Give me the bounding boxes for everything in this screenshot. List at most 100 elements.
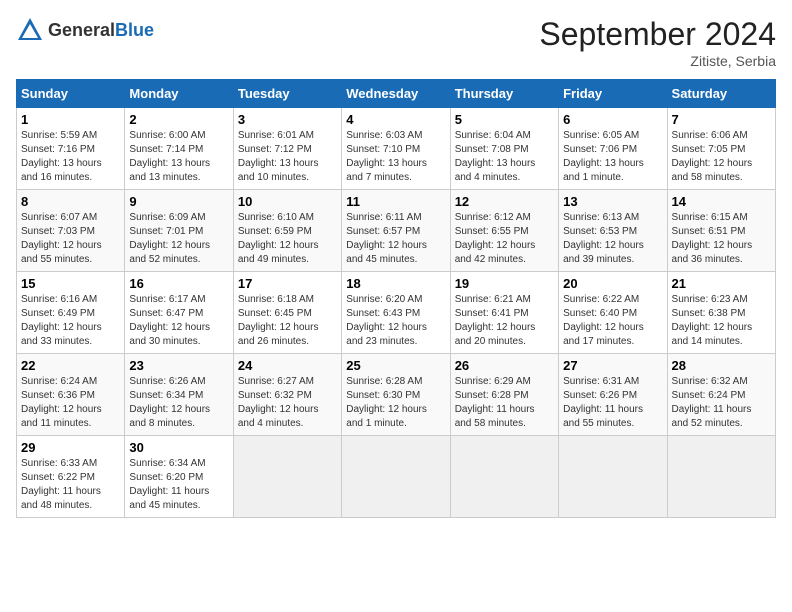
day-info: Sunrise: 6:09 AM Sunset: 7:01 PM Dayligh… (129, 211, 228, 267)
day-info: Sunrise: 6:34 AM Sunset: 6:20 PM Dayligh… (129, 457, 228, 513)
day-info: Sunrise: 6:16 AM Sunset: 6:49 PM Dayligh… (21, 293, 120, 349)
day-cell (667, 436, 775, 518)
day-cell (559, 436, 667, 518)
day-info: Sunrise: 6:21 AM Sunset: 6:41 PM Dayligh… (455, 293, 554, 349)
day-cell: 23 Sunrise: 6:26 AM Sunset: 6:34 PM Dayli… (125, 354, 233, 436)
day-cell: 24 Sunrise: 6:27 AM Sunset: 6:32 PM Dayli… (233, 354, 341, 436)
day-number: 19 (455, 276, 554, 291)
day-cell: 15Sunrise: 6:16 AM Sunset: 6:49 PM Dayli… (17, 272, 125, 354)
day-info: Sunrise: 6:00 AM Sunset: 7:14 PM Dayligh… (129, 129, 228, 185)
day-cell: 20Sunrise: 6:22 AM Sunset: 6:40 PM Dayli… (559, 272, 667, 354)
header-wednesday: Wednesday (342, 80, 450, 108)
day-info: Sunrise: 6:01 AM Sunset: 7:12 PM Dayligh… (238, 129, 337, 185)
day-number: 12 (455, 194, 554, 209)
day-cell: 27 Sunrise: 6:31 AM Sunset: 6:26 PM Dayli… (559, 354, 667, 436)
logo-icon (16, 16, 44, 44)
day-number: 4 (346, 112, 445, 127)
day-number: 1 (21, 112, 120, 127)
day-number: 27 (563, 358, 662, 373)
day-cell (233, 436, 341, 518)
day-cell: 7 Sunrise: 6:06 AM Sunset: 7:05 PM Daylig… (667, 108, 775, 190)
day-info: Sunrise: 6:26 AM Sunset: 6:34 PM Dayligh… (129, 375, 228, 431)
day-cell: 10 Sunrise: 6:10 AM Sunset: 6:59 PM Dayli… (233, 190, 341, 272)
day-number: 28 (672, 358, 771, 373)
day-info: Sunrise: 6:29 AM Sunset: 6:28 PM Dayligh… (455, 375, 554, 431)
day-number: 7 (672, 112, 771, 127)
week-row-2: 8 Sunrise: 6:07 AM Sunset: 7:03 PM Daylig… (17, 190, 776, 272)
day-cell: 18 Sunrise: 6:20 AM Sunset: 6:43 PM Dayli… (342, 272, 450, 354)
week-row-4: 22Sunrise: 6:24 AM Sunset: 6:36 PM Dayli… (17, 354, 776, 436)
day-info: Sunrise: 6:06 AM Sunset: 7:05 PM Dayligh… (672, 129, 771, 185)
day-cell (450, 436, 558, 518)
header-tuesday: Tuesday (233, 80, 341, 108)
month-title: September 2024 (539, 16, 776, 53)
logo-blue: Blue (115, 20, 154, 40)
title-block: September 2024 Zitiste, Serbia (539, 16, 776, 69)
day-cell: 1 Sunrise: 5:59 AM Sunset: 7:16 PM Daylig… (17, 108, 125, 190)
day-info: Sunrise: 6:20 AM Sunset: 6:43 PM Dayligh… (346, 293, 445, 349)
header-monday: Monday (125, 80, 233, 108)
header-thursday: Thursday (450, 80, 558, 108)
week-row-3: 15Sunrise: 6:16 AM Sunset: 6:49 PM Dayli… (17, 272, 776, 354)
day-info: Sunrise: 6:11 AM Sunset: 6:57 PM Dayligh… (346, 211, 445, 267)
day-info: Sunrise: 6:13 AM Sunset: 6:53 PM Dayligh… (563, 211, 662, 267)
day-number: 29 (21, 440, 120, 455)
day-cell: 11 Sunrise: 6:11 AM Sunset: 6:57 PM Dayli… (342, 190, 450, 272)
day-info: Sunrise: 6:32 AM Sunset: 6:24 PM Dayligh… (672, 375, 771, 431)
day-number: 26 (455, 358, 554, 373)
day-cell (342, 436, 450, 518)
page-header: GeneralBlue September 2024 Zitiste, Serb… (16, 16, 776, 69)
day-cell: 16 Sunrise: 6:17 AM Sunset: 6:47 PM Dayli… (125, 272, 233, 354)
day-number: 5 (455, 112, 554, 127)
logo: GeneralBlue (16, 16, 154, 44)
day-info: Sunrise: 6:28 AM Sunset: 6:30 PM Dayligh… (346, 375, 445, 431)
day-cell: 17Sunrise: 6:18 AM Sunset: 6:45 PM Dayli… (233, 272, 341, 354)
day-number: 23 (129, 358, 228, 373)
day-info: Sunrise: 6:27 AM Sunset: 6:32 PM Dayligh… (238, 375, 337, 431)
day-number: 11 (346, 194, 445, 209)
day-cell: 12 Sunrise: 6:12 AM Sunset: 6:55 PM Dayli… (450, 190, 558, 272)
header-friday: Friday (559, 80, 667, 108)
logo-general: General (48, 20, 115, 40)
day-info: Sunrise: 6:17 AM Sunset: 6:47 PM Dayligh… (129, 293, 228, 349)
day-info: Sunrise: 6:05 AM Sunset: 7:06 PM Dayligh… (563, 129, 662, 185)
day-info: Sunrise: 6:03 AM Sunset: 7:10 PM Dayligh… (346, 129, 445, 185)
day-info: Sunrise: 6:33 AM Sunset: 6:22 PM Dayligh… (21, 457, 120, 513)
day-info: Sunrise: 6:22 AM Sunset: 6:40 PM Dayligh… (563, 293, 662, 349)
day-number: 13 (563, 194, 662, 209)
day-cell: 5Sunrise: 6:04 AM Sunset: 7:08 PM Daylig… (450, 108, 558, 190)
day-number: 6 (563, 112, 662, 127)
day-number: 2 (129, 112, 228, 127)
location: Zitiste, Serbia (539, 53, 776, 69)
day-cell: 14Sunrise: 6:15 AM Sunset: 6:51 PM Dayli… (667, 190, 775, 272)
day-number: 30 (129, 440, 228, 455)
day-number: 8 (21, 194, 120, 209)
day-number: 24 (238, 358, 337, 373)
day-info: Sunrise: 5:59 AM Sunset: 7:16 PM Dayligh… (21, 129, 120, 185)
day-cell: 8 Sunrise: 6:07 AM Sunset: 7:03 PM Daylig… (17, 190, 125, 272)
week-row-5: 29 Sunrise: 6:33 AM Sunset: 6:22 PM Dayli… (17, 436, 776, 518)
day-number: 10 (238, 194, 337, 209)
day-cell: 6 Sunrise: 6:05 AM Sunset: 7:06 PM Daylig… (559, 108, 667, 190)
day-info: Sunrise: 6:31 AM Sunset: 6:26 PM Dayligh… (563, 375, 662, 431)
day-info: Sunrise: 6:07 AM Sunset: 7:03 PM Dayligh… (21, 211, 120, 267)
day-cell: 21Sunrise: 6:23 AM Sunset: 6:38 PM Dayli… (667, 272, 775, 354)
day-number: 17 (238, 276, 337, 291)
week-row-1: 1 Sunrise: 5:59 AM Sunset: 7:16 PM Daylig… (17, 108, 776, 190)
day-cell: 28 Sunrise: 6:32 AM Sunset: 6:24 PM Dayli… (667, 354, 775, 436)
day-number: 18 (346, 276, 445, 291)
day-cell: 2 Sunrise: 6:00 AM Sunset: 7:14 PM Daylig… (125, 108, 233, 190)
header-sunday: Sunday (17, 80, 125, 108)
day-cell: 30 Sunrise: 6:34 AM Sunset: 6:20 PM Dayli… (125, 436, 233, 518)
day-cell: 13 Sunrise: 6:13 AM Sunset: 6:53 PM Dayli… (559, 190, 667, 272)
day-cell: 25 Sunrise: 6:28 AM Sunset: 6:30 PM Dayli… (342, 354, 450, 436)
day-info: Sunrise: 6:10 AM Sunset: 6:59 PM Dayligh… (238, 211, 337, 267)
day-number: 22 (21, 358, 120, 373)
header-saturday: Saturday (667, 80, 775, 108)
day-number: 25 (346, 358, 445, 373)
day-info: Sunrise: 6:15 AM Sunset: 6:51 PM Dayligh… (672, 211, 771, 267)
day-cell: 4 Sunrise: 6:03 AM Sunset: 7:10 PM Daylig… (342, 108, 450, 190)
day-number: 21 (672, 276, 771, 291)
day-number: 16 (129, 276, 228, 291)
day-info: Sunrise: 6:12 AM Sunset: 6:55 PM Dayligh… (455, 211, 554, 267)
